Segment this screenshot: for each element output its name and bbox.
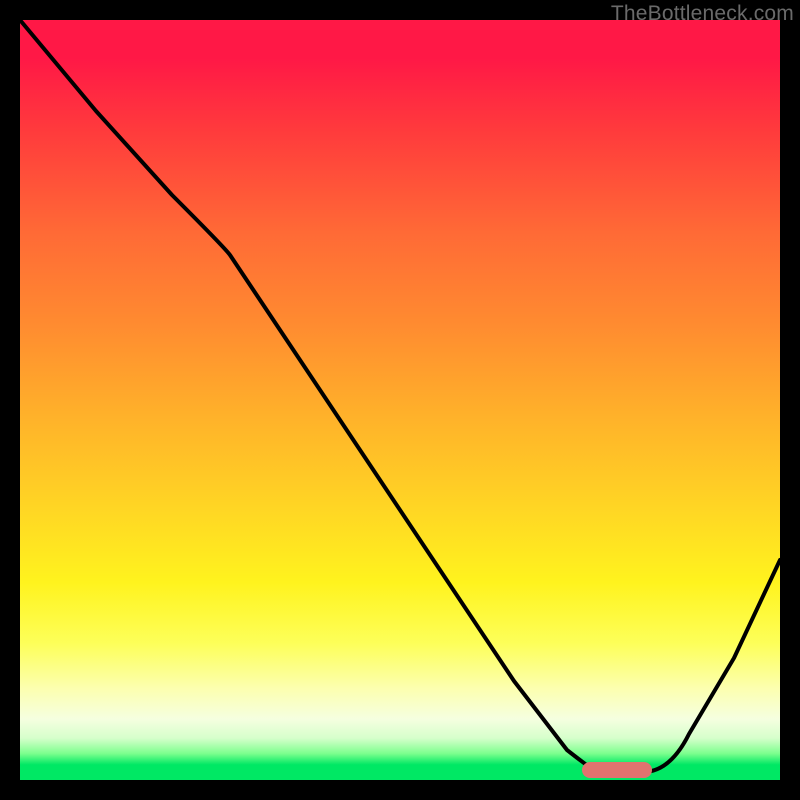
plot-area (20, 20, 780, 780)
chart-stage: TheBottleneck.com (0, 0, 800, 800)
optimal-range-marker (582, 762, 652, 778)
curve-path (20, 20, 780, 772)
bottleneck-curve (20, 20, 780, 780)
